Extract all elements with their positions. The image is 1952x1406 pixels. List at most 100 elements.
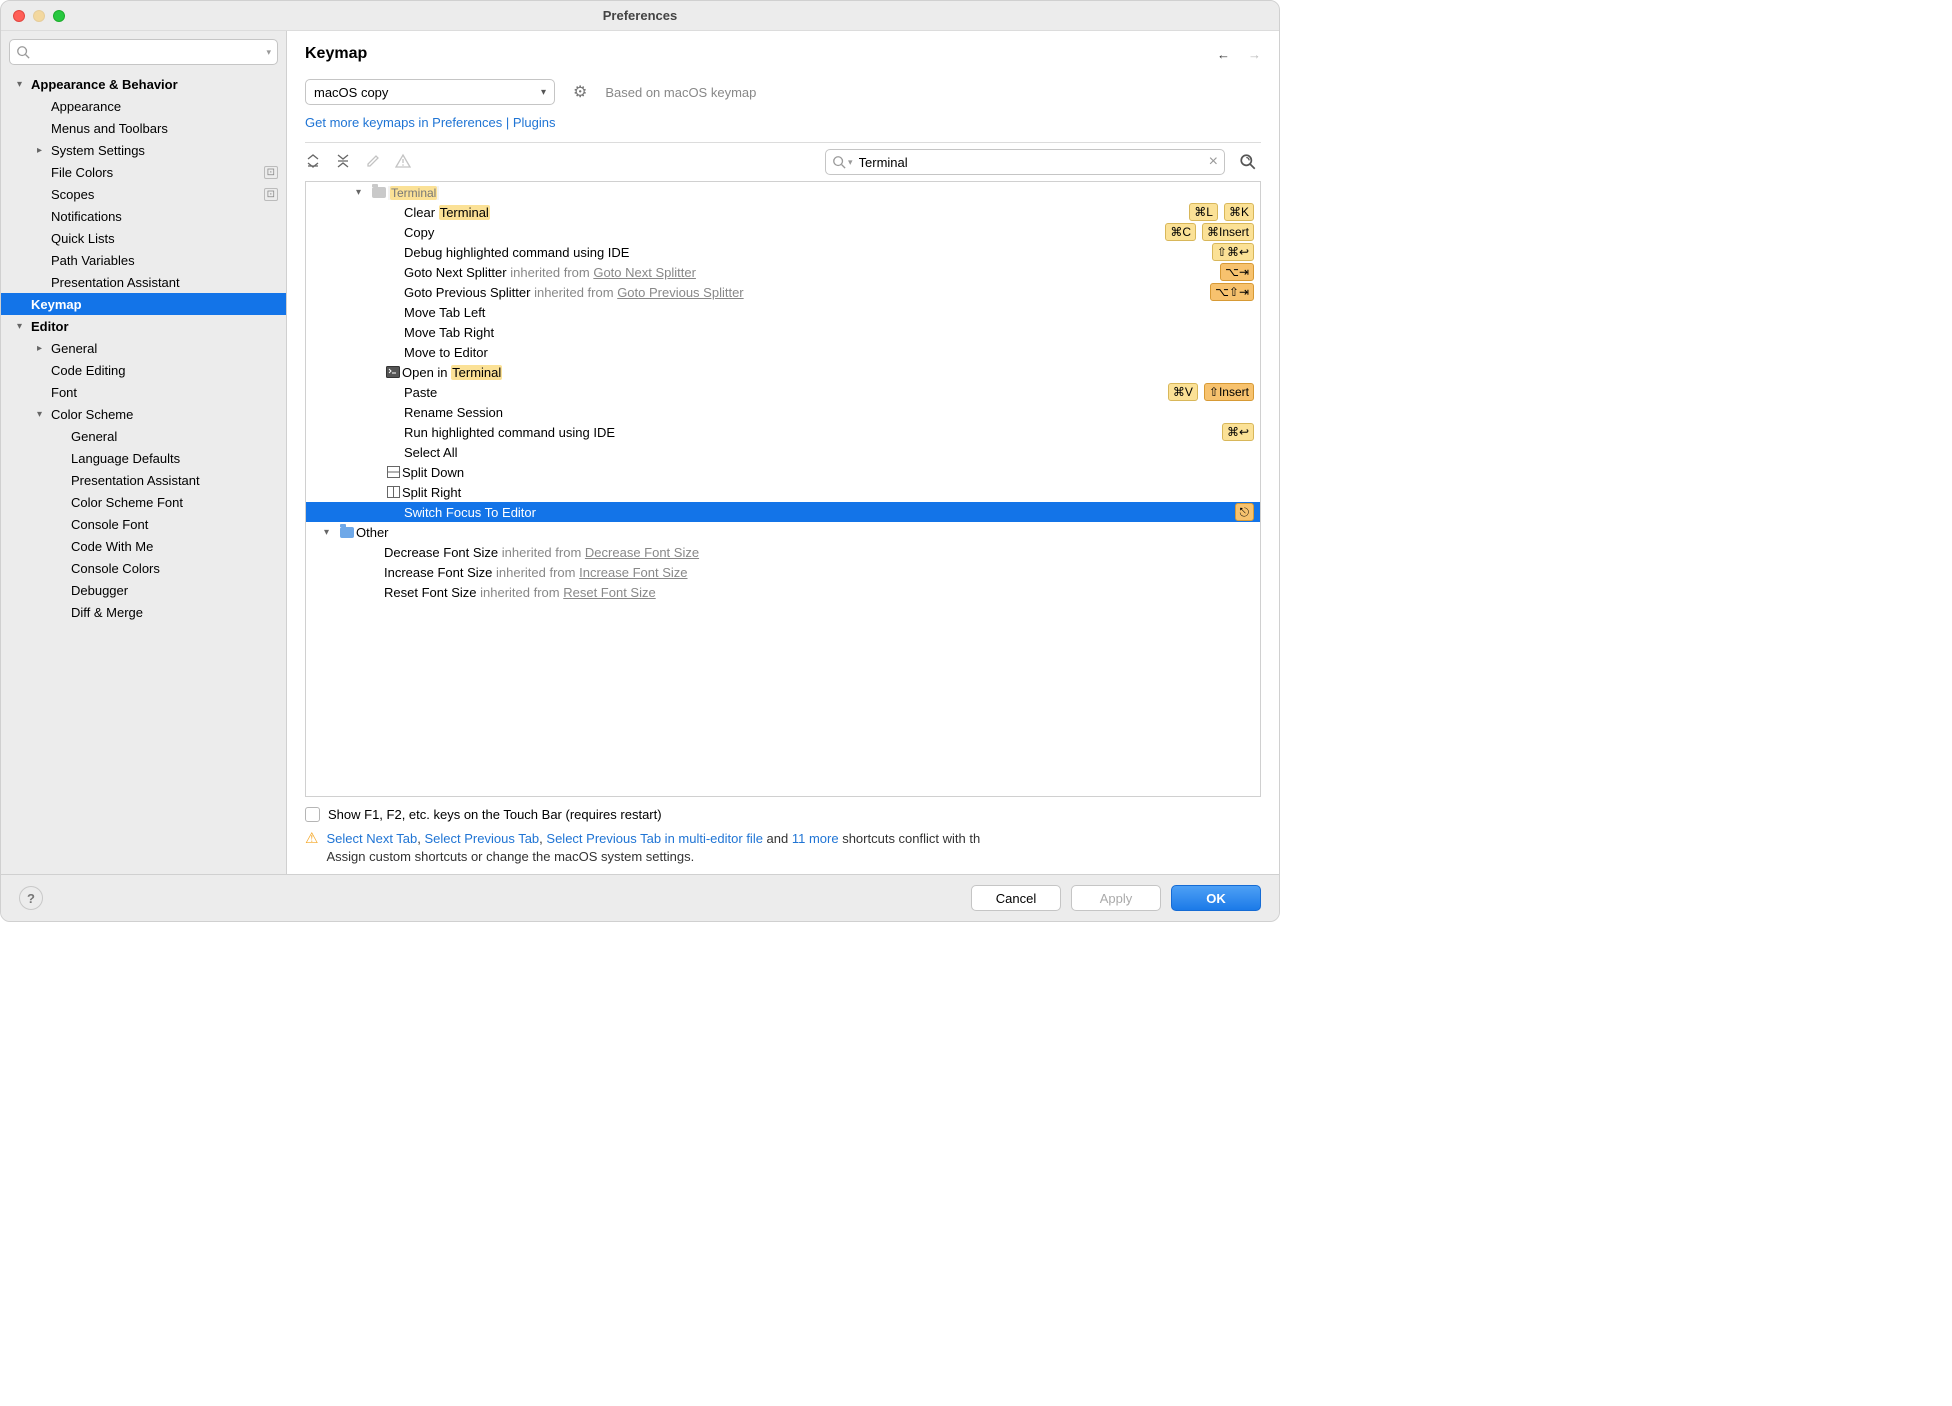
action-split-down[interactable]: Split Down	[306, 462, 1260, 482]
action-move-tab-left[interactable]: Move Tab Left	[306, 302, 1260, 322]
sidebar-item-color-scheme-font[interactable]: Color Scheme Font	[1, 491, 286, 513]
collapse-all-icon[interactable]	[335, 153, 351, 172]
sidebar-item-general[interactable]: ▸General	[1, 337, 286, 359]
sidebar-item-quick-lists[interactable]: Quick Lists	[1, 227, 286, 249]
sidebar-item-console-font[interactable]: Console Font	[1, 513, 286, 535]
action-move-tab-right[interactable]: Move Tab Right	[306, 322, 1260, 342]
checkbox[interactable]	[305, 807, 320, 822]
sidebar-item-label: File Colors	[51, 165, 113, 180]
sidebar-item-label: System Settings	[51, 143, 145, 158]
sidebar-item-debugger[interactable]: Debugger	[1, 579, 286, 601]
action-split-right[interactable]: Split Right	[306, 482, 1260, 502]
action-decrease-font-size[interactable]: Decrease Font Size inherited from Decrea…	[306, 542, 1260, 562]
group-label: Other	[356, 525, 389, 540]
ok-button[interactable]: OK	[1171, 885, 1261, 911]
action-run-command[interactable]: Run highlighted command using IDE ⌘↩	[306, 422, 1260, 442]
conflict-link[interactable]: Select Next Tab	[326, 831, 417, 846]
main-panel: Keymap ← → macOS copy ▾ ⚙︎ Based on macO…	[287, 31, 1279, 874]
chevron-down-icon: ▾	[356, 187, 370, 198]
sidebar-item-code-editing[interactable]: Code Editing	[1, 359, 286, 381]
expand-all-icon[interactable]	[305, 153, 321, 172]
inherited-link[interactable]: Increase Font Size	[579, 565, 687, 580]
sidebar-tree[interactable]: ▾Appearance & BehaviorAppearanceMenus an…	[1, 73, 286, 874]
sidebar-item-label: Console Font	[71, 517, 148, 532]
inherited-link[interactable]: Decrease Font Size	[585, 545, 699, 560]
group-label: Terminal	[390, 186, 437, 200]
folder-icon	[370, 187, 388, 198]
action-goto-previous-splitter[interactable]: Goto Previous Splitter inherited from Go…	[306, 282, 1260, 302]
sidebar-item-appearance[interactable]: Appearance	[1, 95, 286, 117]
sidebar-item-path-variables[interactable]: Path Variables	[1, 249, 286, 271]
group-terminal[interactable]: ▾ Terminal	[306, 182, 1260, 202]
sidebar-item-menus-and-toolbars[interactable]: Menus and Toolbars	[1, 117, 286, 139]
sidebar-item-code-with-me[interactable]: Code With Me	[1, 535, 286, 557]
scheme-value: macOS copy	[314, 85, 388, 100]
action-switch-focus-to-editor[interactable]: Switch Focus To Editor ⎋	[306, 502, 1260, 522]
sidebar-item-system-settings[interactable]: ▸System Settings	[1, 139, 286, 161]
sidebar-item-font[interactable]: Font	[1, 381, 286, 403]
sidebar-item-presentation-assistant[interactable]: Presentation Assistant	[1, 469, 286, 491]
chevron-down-icon[interactable]: ▾	[846, 157, 855, 168]
search-icon	[832, 155, 846, 169]
action-paste[interactable]: Paste ⌘V⇧Insert	[306, 382, 1260, 402]
action-move-to-editor[interactable]: Move to Editor	[306, 342, 1260, 362]
split-right-icon	[384, 486, 402, 498]
keymap-search-input[interactable]	[855, 155, 1203, 170]
sidebar-item-language-defaults[interactable]: Language Defaults	[1, 447, 286, 469]
edit-shortcut-icon[interactable]	[365, 153, 381, 172]
conflict-link[interactable]: 11 more	[792, 831, 839, 846]
sidebar-search-input[interactable]	[30, 45, 266, 60]
conflict-link[interactable]: Select Previous Tab	[425, 831, 540, 846]
sidebar-item-editor[interactable]: ▾Editor	[1, 315, 286, 337]
chevron-right-icon: ▸	[37, 343, 51, 354]
conflict-link[interactable]: Select Previous Tab in multi-editor file	[546, 831, 763, 846]
chevron-down-icon[interactable]: ▾	[266, 47, 271, 58]
shortcut-badge: ⌥⇧⇥	[1210, 283, 1254, 301]
action-reset-font-size[interactable]: Reset Font Size inherited from Reset Fon…	[306, 582, 1260, 602]
action-copy[interactable]: Copy ⌘C⌘Insert	[306, 222, 1260, 242]
keymap-search[interactable]: ▾ ×	[825, 149, 1225, 175]
sidebar-item-notifications[interactable]: Notifications	[1, 205, 286, 227]
inherited-link[interactable]: Goto Previous Splitter	[617, 285, 743, 300]
action-goto-next-splitter[interactable]: Goto Next Splitter inherited from Goto N…	[306, 262, 1260, 282]
inherited-link[interactable]: Goto Next Splitter	[593, 265, 696, 280]
chevron-down-icon: ▾	[324, 527, 338, 538]
keymap-scheme-select[interactable]: macOS copy ▾	[305, 79, 555, 105]
shortcut-badge: ⌘L	[1189, 203, 1218, 221]
sidebar-item-general[interactable]: General	[1, 425, 286, 447]
sidebar-item-label: Keymap	[31, 297, 82, 312]
cancel-button[interactable]: Cancel	[971, 885, 1061, 911]
group-other[interactable]: ▾ Other	[306, 522, 1260, 542]
sidebar-item-color-scheme[interactable]: ▾Color Scheme	[1, 403, 286, 425]
find-by-shortcut-button[interactable]	[1235, 149, 1261, 175]
help-button[interactable]: ?	[19, 886, 43, 910]
sidebar-item-presentation-assistant[interactable]: Presentation Assistant	[1, 271, 286, 293]
touchbar-checkbox-row[interactable]: Show F1, F2, etc. keys on the Touch Bar …	[305, 803, 1261, 826]
action-open-in-terminal[interactable]: Open in Terminal	[306, 362, 1260, 382]
action-rename-session[interactable]: Rename Session	[306, 402, 1260, 422]
action-debug-command[interactable]: Debug highlighted command using IDE ⇧⌘↩	[306, 242, 1260, 262]
get-more-keymaps-link[interactable]: Get more keymaps in Preferences | Plugin…	[305, 115, 556, 130]
action-clear-terminal[interactable]: Clear Terminal ⌘L⌘K	[306, 202, 1260, 222]
sidebar-search[interactable]: ▾	[9, 39, 278, 65]
shortcut-badge: ⌘C	[1165, 223, 1196, 241]
action-select-all[interactable]: Select All	[306, 442, 1260, 462]
conflict-filter-icon[interactable]	[395, 153, 411, 172]
sidebar-item-diff-merge[interactable]: Diff & Merge	[1, 601, 286, 623]
inherited-link[interactable]: Reset Font Size	[563, 585, 656, 600]
sidebar-item-file-colors[interactable]: File Colors⊡	[1, 161, 286, 183]
sidebar-item-label: Console Colors	[71, 561, 160, 576]
back-button[interactable]: ←	[1217, 47, 1230, 62]
gear-icon[interactable]: ⚙︎	[573, 82, 587, 102]
sidebar-item-appearance-behavior[interactable]: ▾Appearance & Behavior	[1, 73, 286, 95]
sidebar-item-scopes[interactable]: Scopes⊡	[1, 183, 286, 205]
keymap-action-list[interactable]: ▾ Terminal Clear Terminal ⌘L⌘K Copy ⌘C⌘I…	[305, 181, 1261, 797]
clear-search-icon[interactable]: ×	[1203, 153, 1218, 171]
action-increase-font-size[interactable]: Increase Font Size inherited from Increa…	[306, 562, 1260, 582]
split-down-icon	[384, 466, 402, 478]
sidebar-item-keymap[interactable]: Keymap	[1, 293, 286, 315]
sidebar-item-console-colors[interactable]: Console Colors	[1, 557, 286, 579]
sidebar: ▾ ▾Appearance & BehaviorAppearanceMenus …	[1, 31, 287, 874]
conflict-banner: ⚠ Select Next Tab, Select Previous Tab, …	[305, 826, 1261, 874]
touchbar-checkbox-label: Show F1, F2, etc. keys on the Touch Bar …	[328, 807, 662, 822]
